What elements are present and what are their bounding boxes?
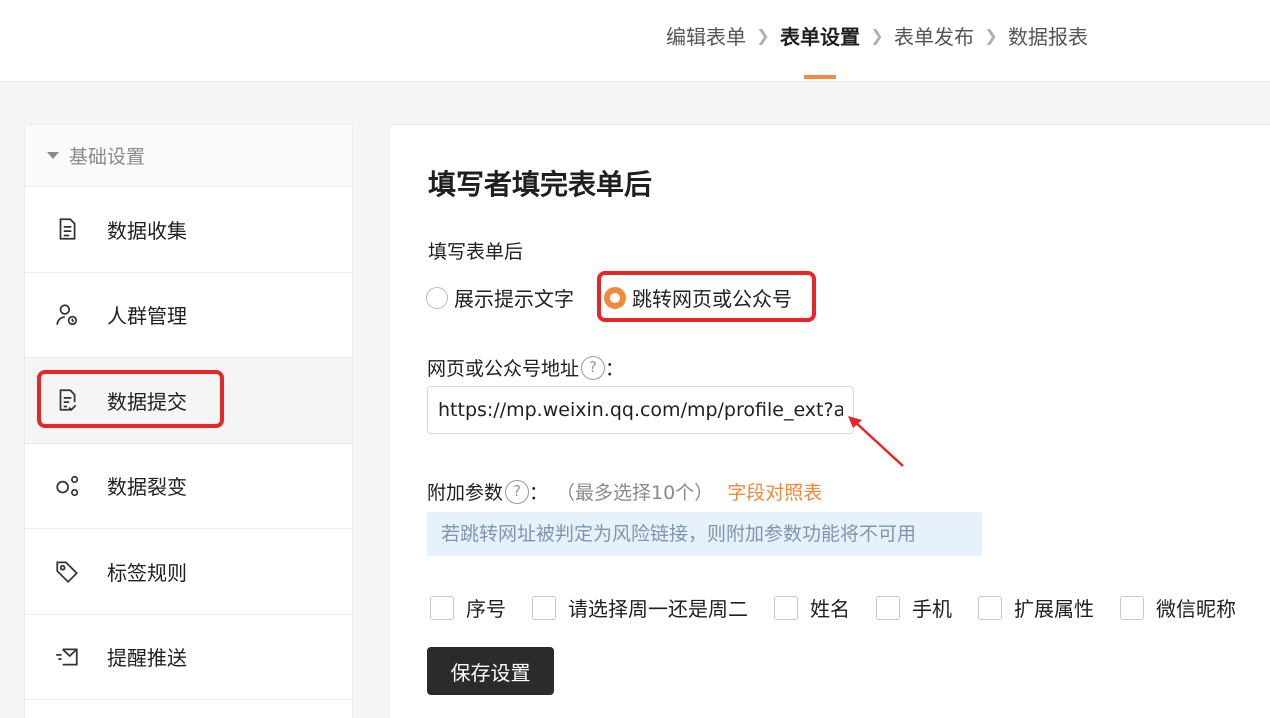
checkbox-wechat-nickname[interactable]: 微信昵称 <box>1120 593 1236 622</box>
save-settings-button[interactable]: 保存设置 <box>427 647 554 695</box>
checkbox-box[interactable] <box>978 595 1002 620</box>
checkbox-name[interactable]: 姓名 <box>774 593 850 622</box>
step-form-publish[interactable]: 表单发布 <box>894 21 974 50</box>
checkbox-label: 扩展属性 <box>1014 597 1094 621</box>
sidebar-section-title: 基础设置 <box>69 146 146 168</box>
document-icon <box>53 215 81 243</box>
radio-show-text[interactable]: 展示提示文字 <box>426 283 574 312</box>
highlight-box <box>37 370 224 428</box>
sidebar-item-label: 数据收集 <box>107 218 187 243</box>
sidebar-section-header[interactable]: 基础设置 <box>25 125 352 187</box>
url-label-colon: ： <box>605 358 625 380</box>
chevron-right-icon: ❯ <box>984 25 998 45</box>
url-label-row: 网页或公众号地址 ? ： <box>427 354 624 381</box>
param-checkbox-group: 序号 请选择周一还是周二 姓名 手机 扩展属性 微信昵称 <box>430 593 1262 622</box>
checkbox-extended-attributes[interactable]: 扩展属性 <box>978 593 1094 622</box>
checkbox-box[interactable] <box>532 595 556 620</box>
fission-icon <box>53 472 81 500</box>
sidebar-item-label: 提醒推送 <box>107 646 187 671</box>
field-mapping-link[interactable]: 字段对照表 <box>727 478 822 505</box>
checkbox-serial-number[interactable]: 序号 <box>430 593 506 622</box>
help-icon[interactable]: ? <box>505 479 530 504</box>
tag-icon <box>53 557 81 585</box>
params-row: 附加参数 ? ： （最多选择10个） 字段对照表 <box>427 478 822 505</box>
sidebar-item-label: 标签规则 <box>107 560 187 585</box>
checkbox-monday-or-tuesday[interactable]: 请选择周一还是周二 <box>532 593 748 622</box>
checkbox-phone[interactable]: 手机 <box>876 593 952 622</box>
sidebar-item-tag-rules[interactable]: 标签规则 <box>25 529 352 615</box>
page-title: 填写者填完表单后 <box>428 168 653 201</box>
sidebar-item-label: 人群管理 <box>107 304 187 329</box>
params-label-colon: ： <box>529 482 549 504</box>
step-edit-form[interactable]: 编辑表单 <box>666 21 746 50</box>
sidebar-item-label: 数据裂变 <box>107 475 187 500</box>
help-icon[interactable]: ? <box>581 355 606 380</box>
url-label: 网页或公众号地址 <box>427 358 580 380</box>
step-navigation: 编辑表单 ❯ 表单设置 ❯ 表单发布 ❯ 数据报表 <box>666 20 1088 79</box>
checkbox-box[interactable] <box>430 595 454 620</box>
sidebar-item-data-submission[interactable]: 数据提交 <box>25 358 352 444</box>
after-submit-label: 填写表单后 <box>428 241 524 263</box>
sidebar: 基础设置 数据收集 人群管理 数据提交 数据裂变 标签规则 提醒推送 <box>24 124 353 718</box>
sidebar-item-data-collection[interactable]: 数据收集 <box>25 187 352 273</box>
settings-panel: 填写者填完表单后 填写表单后 展示提示文字 跳转网页或公众号 网页或公众号地址 … <box>389 124 1270 718</box>
checkbox-label: 手机 <box>912 597 952 621</box>
sidebar-item-reminder-push[interactable]: 提醒推送 <box>25 615 352 700</box>
risk-warning-notice: 若跳转网址被判定为风险链接，则附加参数功能将不可用 <box>427 512 982 556</box>
chevron-right-icon: ❯ <box>756 25 770 45</box>
radio-label: 展示提示文字 <box>454 287 574 311</box>
sidebar-item-data-fission[interactable]: 数据裂变 <box>25 444 352 529</box>
checkbox-box[interactable] <box>1120 595 1144 620</box>
url-input[interactable] <box>427 386 854 434</box>
checkbox-label: 微信昵称 <box>1156 597 1236 621</box>
checkbox-box[interactable] <box>774 595 798 620</box>
send-mail-icon <box>53 643 81 671</box>
params-hint: （最多选择10个） <box>556 482 714 504</box>
highlight-box <box>597 271 816 322</box>
checkbox-label: 序号 <box>466 597 506 621</box>
caret-down-icon <box>47 152 59 159</box>
params-label: 附加参数 <box>427 482 504 504</box>
chevron-right-icon: ❯ <box>870 25 884 45</box>
step-data-report[interactable]: 数据报表 <box>1008 21 1088 50</box>
top-bar: 编辑表单 ❯ 表单设置 ❯ 表单发布 ❯ 数据报表 <box>0 0 1270 82</box>
checkbox-label: 请选择周一还是周二 <box>568 597 748 621</box>
radio-circle[interactable] <box>426 286 448 309</box>
step-form-settings[interactable]: 表单设置 <box>780 21 860 79</box>
sidebar-item-audience-management[interactable]: 人群管理 <box>25 273 352 358</box>
user-settings-icon <box>53 301 81 329</box>
annotation-arrow-icon <box>848 416 904 467</box>
checkbox-label: 姓名 <box>810 597 850 621</box>
checkbox-box[interactable] <box>876 595 900 620</box>
